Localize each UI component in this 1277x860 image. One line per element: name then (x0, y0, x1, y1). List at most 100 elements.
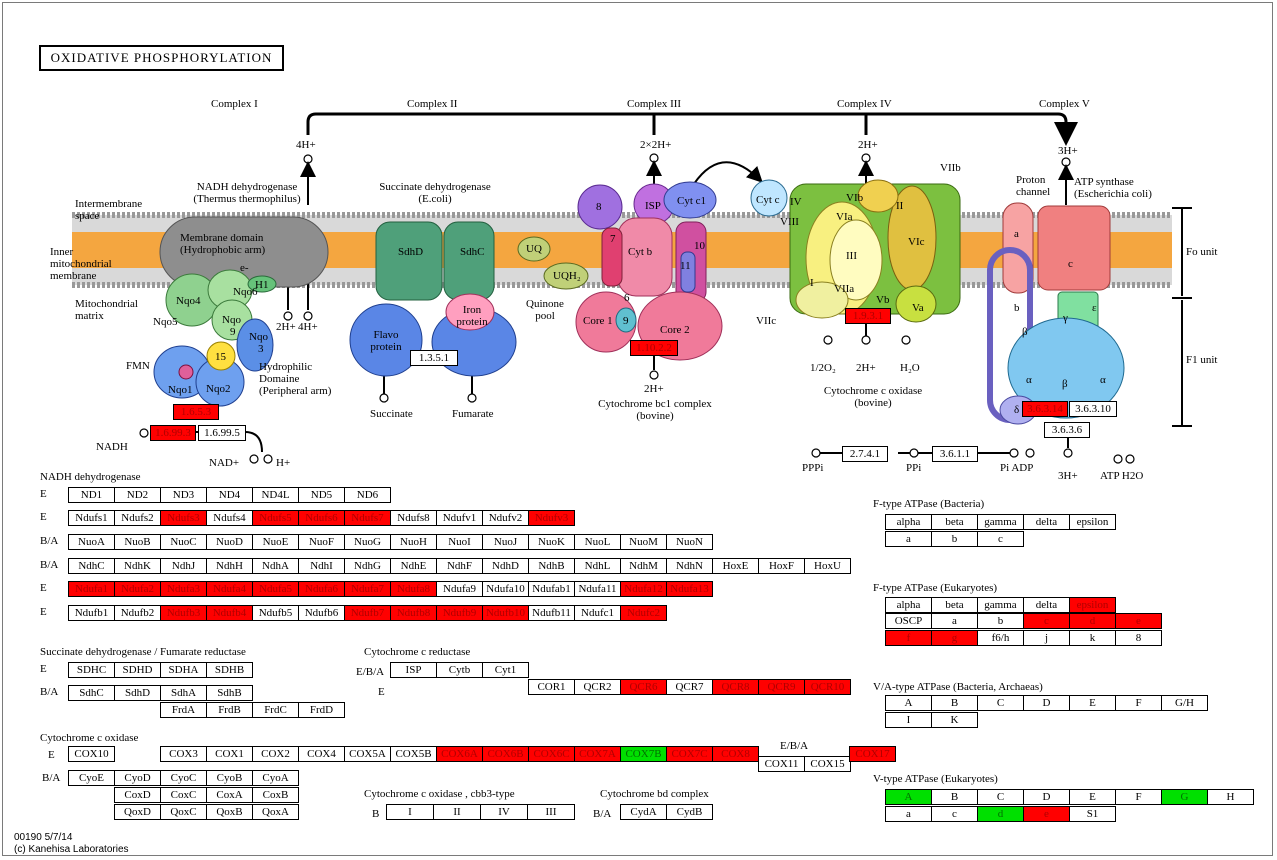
gene-box-qcr10[interactable]: QCR10 (804, 679, 851, 695)
gene-box-e[interactable]: E (1069, 695, 1116, 711)
gene-box-ndhj[interactable]: NdhJ (160, 558, 207, 574)
gene-box-ndufa4[interactable]: Ndufa4 (206, 581, 253, 597)
gene-box-ndufab1[interactable]: Ndufab1 (528, 581, 575, 597)
gene-box-ndufb10[interactable]: Ndufb10 (482, 605, 529, 621)
gene-box-cox6a[interactable]: COX6A (436, 746, 483, 762)
gene-box-epsilon[interactable]: epsilon (1069, 514, 1116, 530)
gene-box-sdhd[interactable]: SdhD (114, 685, 161, 701)
gene-box-nuof[interactable]: NuoF (298, 534, 345, 550)
gene-box-cox5b[interactable]: COX5B (390, 746, 437, 762)
gene-box-ndhe[interactable]: NdhE (390, 558, 437, 574)
gene-box-qoxc[interactable]: QoxC (160, 804, 207, 820)
ec-box-1-6-99-3[interactable]: 1.6.99.3 (150, 425, 196, 441)
gene-box-cyoc[interactable]: CyoC (160, 770, 207, 786)
gene-box-ndufb2[interactable]: Ndufb2 (114, 605, 161, 621)
gene-box-ndufa13[interactable]: Ndufa13 (666, 581, 713, 597)
gene-box-c[interactable]: C (977, 789, 1024, 805)
gene-box-hoxe[interactable]: HoxE (712, 558, 759, 574)
gene-box-g-h[interactable]: G/H (1161, 695, 1208, 711)
gene-box-delta[interactable]: delta (1023, 597, 1070, 613)
gene-box-ndhf[interactable]: NdhF (436, 558, 483, 574)
gene-box-h[interactable]: H (1207, 789, 1254, 805)
gene-box-d[interactable]: D (1023, 789, 1070, 805)
gene-box-nd5[interactable]: ND5 (298, 487, 345, 503)
gene-box-delta[interactable]: delta (1023, 514, 1070, 530)
gene-box-ndhi[interactable]: NdhI (298, 558, 345, 574)
gene-box-nuom[interactable]: NuoM (620, 534, 667, 550)
gene-box-ndufs4[interactable]: Ndufs4 (206, 510, 253, 526)
gene-box-e[interactable]: E (1069, 789, 1116, 805)
gene-box-sdhb[interactable]: SDHB (206, 662, 253, 678)
gene-box-i[interactable]: I (386, 804, 434, 820)
gene-box-ndufa1[interactable]: Ndufa1 (68, 581, 115, 597)
gene-box-nuon[interactable]: NuoN (666, 534, 713, 550)
gene-box-nuol[interactable]: NuoL (574, 534, 621, 550)
gene-box-ndhm[interactable]: NdhM (620, 558, 667, 574)
ec-box-3-6-3-6[interactable]: 3.6.3.6 (1044, 422, 1090, 438)
gene-box-k[interactable]: K (931, 712, 978, 728)
gene-box-d[interactable]: d (977, 806, 1024, 822)
gene-box-b[interactable]: B (931, 695, 978, 711)
gene-box-iii[interactable]: III (527, 804, 575, 820)
gene-box-qoxd[interactable]: QoxD (114, 804, 161, 820)
gene-box-cyod[interactable]: CyoD (114, 770, 161, 786)
gene-box-nd6[interactable]: ND6 (344, 487, 391, 503)
gene-box-cydb[interactable]: CydB (666, 804, 713, 820)
gene-box-isp[interactable]: ISP (390, 662, 437, 678)
gene-box-cox5a[interactable]: COX5A (344, 746, 391, 762)
gene-box-e[interactable]: e (1023, 806, 1070, 822)
gene-box-ndufa9[interactable]: Ndufa9 (436, 581, 483, 597)
gene-box-frdc[interactable]: FrdC (252, 702, 299, 718)
gene-box-ndhn[interactable]: NdhN (666, 558, 713, 574)
gene-box-c[interactable]: c (977, 531, 1024, 547)
ec-box-3-6-1-1[interactable]: 3.6.1.1 (932, 446, 978, 462)
gene-box-frdd[interactable]: FrdD (298, 702, 345, 718)
gene-box-nuoe[interactable]: NuoE (252, 534, 299, 550)
gene-box-ndufs1[interactable]: Ndufs1 (68, 510, 115, 526)
gene-box-cytb[interactable]: Cytb (436, 662, 483, 678)
gene-box-s1[interactable]: S1 (1069, 806, 1116, 822)
gene-box-f6-h[interactable]: f6/h (977, 630, 1024, 646)
gene-box-ndhg[interactable]: NdhG (344, 558, 391, 574)
gene-box-ndha[interactable]: NdhA (252, 558, 299, 574)
gene-box-sdhc[interactable]: SdhC (68, 685, 115, 701)
gene-box-cyda[interactable]: CydA (620, 804, 667, 820)
gene-box-j[interactable]: j (1023, 630, 1070, 646)
gene-box-sdhb[interactable]: SdhB (206, 685, 253, 701)
gene-box-sdhc[interactable]: SDHC (68, 662, 115, 678)
gene-box-d[interactable]: D (1023, 695, 1070, 711)
gene-box-qcr2[interactable]: QCR2 (574, 679, 621, 695)
gene-box-ndhc[interactable]: NdhC (68, 558, 115, 574)
gene-box-ndufc2[interactable]: Ndufc2 (620, 605, 667, 621)
gene-box-cox6b[interactable]: COX6B (482, 746, 529, 762)
gene-box-qoxa[interactable]: QoxA (252, 804, 299, 820)
gene-box-cox7c[interactable]: COX7C (666, 746, 713, 762)
gene-box-alpha[interactable]: alpha (885, 514, 932, 530)
gene-box-ndufa7[interactable]: Ndufa7 (344, 581, 391, 597)
gene-box-nd2[interactable]: ND2 (114, 487, 161, 503)
gene-box-f[interactable]: f (885, 630, 932, 646)
ec-box-1-10-2-2[interactable]: 1.10.2.2 (630, 340, 678, 356)
gene-box-ndufc1[interactable]: Ndufc1 (574, 605, 621, 621)
gene-box-b[interactable]: b (977, 613, 1024, 629)
gene-box-ndhh[interactable]: NdhH (206, 558, 253, 574)
gene-box-cox6c[interactable]: COX6C (528, 746, 575, 762)
gene-box-nuog[interactable]: NuoG (344, 534, 391, 550)
ec-box-1-6-5-3[interactable]: 1.6.5.3 (173, 404, 219, 420)
gene-box-qcr9[interactable]: QCR9 (758, 679, 805, 695)
ec-box-3-6-3-14[interactable]: 3.6.3.14 (1022, 401, 1068, 417)
gene-box-f[interactable]: F (1115, 789, 1162, 805)
gene-box-k[interactable]: k (1069, 630, 1116, 646)
gene-box-nuok[interactable]: NuoK (528, 534, 575, 550)
gene-box-cox17[interactable]: COX17 (849, 746, 896, 762)
gene-box-a[interactable]: a (885, 806, 932, 822)
gene-box-cox2[interactable]: COX2 (252, 746, 299, 762)
gene-box-ndufa8[interactable]: Ndufa8 (390, 581, 437, 597)
gene-box-nuob[interactable]: NuoB (114, 534, 161, 550)
gene-box-8[interactable]: 8 (1115, 630, 1162, 646)
gene-box-cyt1[interactable]: Cyt1 (482, 662, 529, 678)
gene-box-cox7b[interactable]: COX7B (620, 746, 667, 762)
ec-box-2-7-4-1[interactable]: 2.7.4.1 (842, 446, 888, 462)
ec-box-1-9-3-1[interactable]: 1.9.3.1 (845, 308, 891, 324)
gene-box-frdb[interactable]: FrdB (206, 702, 253, 718)
